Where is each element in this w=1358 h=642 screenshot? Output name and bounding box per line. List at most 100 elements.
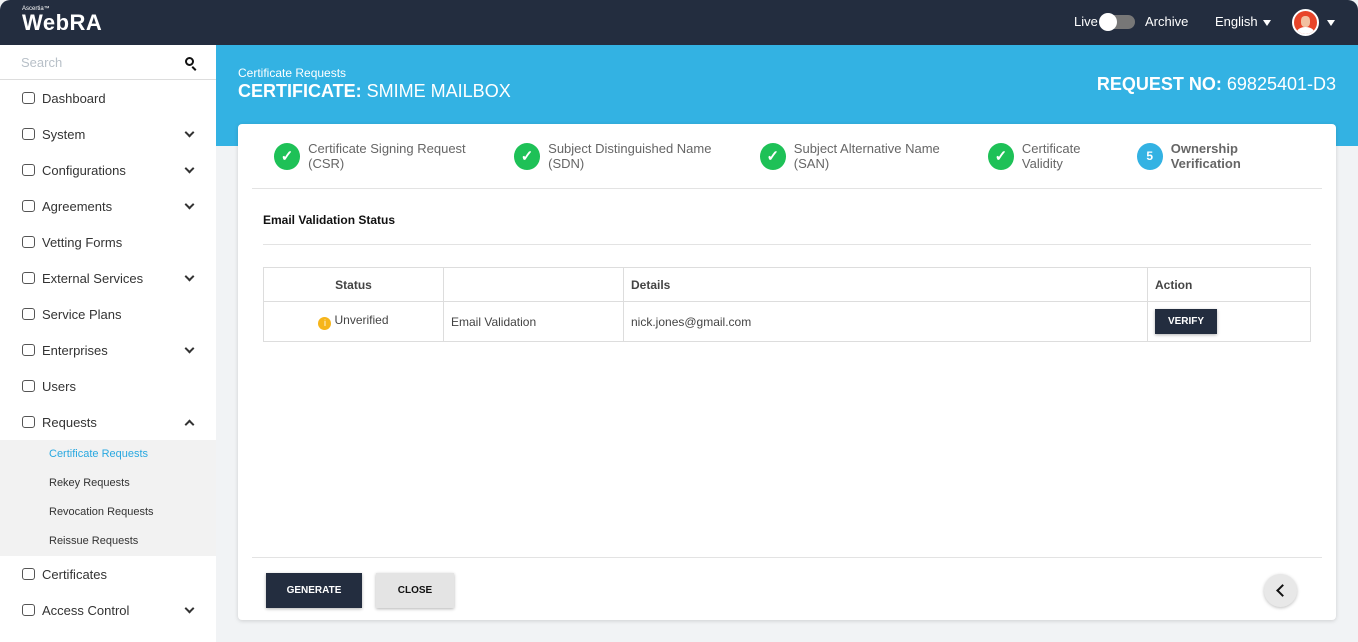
sidebar-subitem-rekey-requests[interactable]: Rekey Requests <box>0 469 216 498</box>
language-select[interactable]: English <box>1215 14 1271 29</box>
request-number-value: 69825401-D3 <box>1226 74 1336 94</box>
step-label: Certificate Validity <box>1021 141 1081 171</box>
chevron-icon <box>184 271 195 282</box>
sidebar-item-requests[interactable]: Requests <box>0 404 216 440</box>
step-label: Subject Distinguished Name (SDN) <box>548 141 712 171</box>
agreements-icon <box>22 200 35 212</box>
sidebar-item-label: Requests <box>42 414 97 430</box>
sidebar-item-external-services[interactable]: External Services <box>0 260 216 296</box>
sidebar-item-label: Users <box>42 378 76 394</box>
check-icon: ✓ <box>514 142 541 170</box>
archive-label: Archive <box>1145 14 1189 29</box>
sidebar-item-label: System <box>42 126 86 142</box>
sidebar-item-vetting-forms[interactable]: Vetting Forms <box>0 224 216 260</box>
search-icon[interactable] <box>185 57 194 66</box>
sidebar-item-label: Access Control <box>42 602 130 618</box>
check-icon: ✓ <box>274 142 301 170</box>
chevron-icon <box>184 127 195 138</box>
request-card: ✓ Certificate Signing Request (CSR) ✓ Subje… <box>238 124 1336 620</box>
table-row: i Unverified Email Validation nick.jones@… <box>263 301 1311 342</box>
sidebar-subitem-revocation-requests[interactable]: Revocation Requests <box>0 498 216 527</box>
title-prefix: CERTIFICATE: <box>238 81 362 101</box>
language-label: English <box>1215 14 1258 29</box>
logo: Ascertia™ WebRA <box>22 6 102 34</box>
step-label: Subject Alternative Name (SAN) <box>793 141 940 171</box>
sidebar-item-access-control[interactable]: Access Control <box>0 592 216 628</box>
step-number-icon: 5 <box>1136 142 1163 170</box>
caret-down-icon <box>1262 19 1271 26</box>
sidebar: Search Dashboard System Configurations Agre… <box>0 45 216 642</box>
title-value: SMIME MAILBOX <box>366 81 511 101</box>
step-3[interactable]: ✓ Subject Alternative Name (SAN) <box>759 141 973 171</box>
chevron-icon <box>184 163 195 174</box>
type-cell: Email Validation <box>443 301 624 342</box>
header-action: Action <box>1147 267 1311 302</box>
sidebar-item-system[interactable]: System <box>0 116 216 152</box>
divider <box>263 244 1311 245</box>
header-type <box>443 267 624 302</box>
sidebar-item-configurations[interactable]: Configurations <box>0 152 216 188</box>
table-header: Status Details Action <box>263 267 1311 302</box>
sidebar-item-service-plans[interactable]: Service Plans <box>0 296 216 332</box>
sidebar-item-users[interactable]: Users <box>0 368 216 404</box>
check-icon: ✓ <box>759 142 786 170</box>
status-text: Unverified <box>334 313 389 327</box>
generate-button[interactable]: GENERATE <box>266 573 362 608</box>
sidebar-item-certificates[interactable]: Certificates <box>0 556 216 592</box>
chevron-icon <box>184 199 195 210</box>
step-5[interactable]: 5 Ownership Verification <box>1136 141 1307 171</box>
status-cell: i Unverified <box>263 301 444 342</box>
chevron-icon <box>184 343 195 354</box>
step-2[interactable]: ✓ Subject Distinguished Name (SDN) <box>514 141 745 171</box>
sidebar-subitem-reissue-requests[interactable]: Reissue Requests <box>0 527 216 556</box>
action-cell: VERIFY <box>1147 301 1311 342</box>
validation-table: Status Details Action i Unverified Email … <box>263 267 1311 342</box>
enterprises-icon <box>22 344 35 356</box>
live-label: Live <box>1074 14 1098 29</box>
sidebar-item-label: Agreements <box>42 198 113 214</box>
verify-button[interactable]: VERIFY <box>1155 309 1217 334</box>
stepper: ✓ Certificate Signing Request (CSR) ✓ Subje… <box>252 124 1322 189</box>
access-control-icon <box>22 604 35 616</box>
sidebar-item-label: Certificates <box>42 566 108 582</box>
certificates-icon <box>22 568 35 580</box>
sidebar-item-label: Vetting Forms <box>42 234 123 250</box>
request-number-label: REQUEST NO: <box>1096 74 1222 94</box>
avatar[interactable] <box>1292 9 1319 36</box>
request-number: REQUEST NO: 69825401-D3 <box>1097 74 1336 95</box>
sidebar-item-label: Service Plans <box>42 306 122 322</box>
search-input[interactable]: Search <box>0 45 216 80</box>
details-cell: nick.jones@gmail.com <box>623 301 1148 342</box>
service-plans-icon <box>22 308 35 320</box>
close-button[interactable]: CLOSE <box>376 573 454 608</box>
external-services-icon <box>22 272 35 284</box>
breadcrumb[interactable]: Certificate Requests <box>238 66 346 80</box>
step-label: Certificate Signing Request (CSR) <box>308 141 466 171</box>
chevron-icon <box>184 603 195 614</box>
configurations-icon <box>22 164 35 176</box>
check-icon: ✓ <box>987 142 1014 170</box>
sidebar-item-agreements[interactable]: Agreements <box>0 188 216 224</box>
live-archive-toggle[interactable] <box>1099 13 1135 31</box>
step-4[interactable]: ✓ Certificate Validity <box>987 141 1122 171</box>
top-bar: Ascertia™ WebRA Live Archive English <box>0 0 1358 45</box>
requests-icon <box>22 416 35 428</box>
user-menu-caret-icon[interactable] <box>1322 14 1335 29</box>
system-icon <box>22 128 35 140</box>
search-placeholder: Search <box>21 55 63 70</box>
sidebar-item-label: Enterprises <box>42 342 108 358</box>
sidebar-item-enterprises[interactable]: Enterprises <box>0 332 216 368</box>
users-icon <box>22 380 35 392</box>
dashboard-icon <box>22 92 35 104</box>
back-chevron-icon[interactable] <box>1264 574 1297 607</box>
footer-divider <box>252 557 1322 558</box>
logo-text: WebRA <box>22 10 103 35</box>
sidebar-subitem-certificate-requests[interactable]: Certificate Requests <box>0 440 216 469</box>
sidebar-item-label: External Services <box>42 270 144 286</box>
section-title: Email Validation Status <box>263 213 396 227</box>
header-details: Details <box>623 267 1148 302</box>
header-status: Status <box>263 267 444 302</box>
page-title: CERTIFICATE: SMIME MAILBOX <box>238 81 511 102</box>
step-1[interactable]: ✓ Certificate Signing Request (CSR) <box>274 141 499 171</box>
sidebar-item-dashboard[interactable]: Dashboard <box>0 80 216 116</box>
